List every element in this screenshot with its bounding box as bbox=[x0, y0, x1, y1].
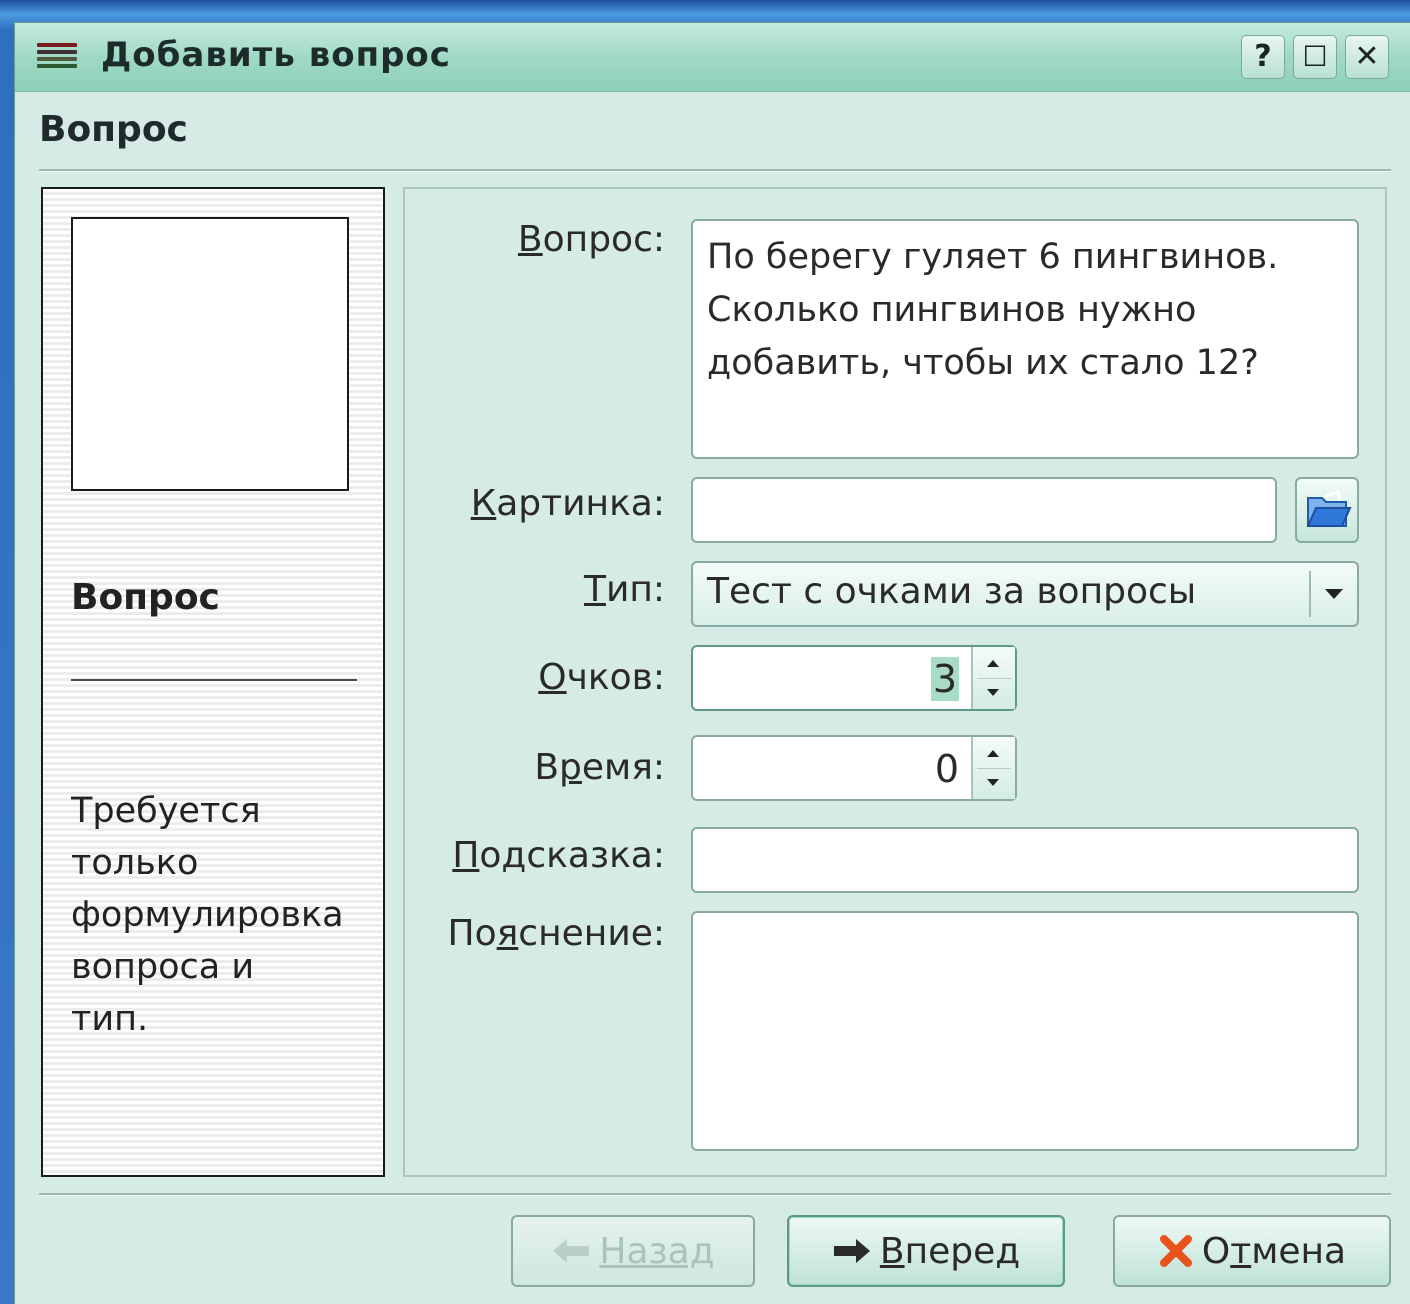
arrow-left-icon bbox=[553, 1239, 590, 1263]
hint-label: Подсказка: bbox=[452, 835, 665, 876]
picture-input[interactable] bbox=[691, 477, 1277, 543]
points-spinbox[interactable]: 3 bbox=[691, 645, 1017, 711]
cancel-button[interactable]: Отмена bbox=[1113, 1215, 1391, 1287]
footer-divider bbox=[39, 1193, 1391, 1196]
spin-down-icon[interactable] bbox=[987, 779, 999, 786]
question-text: По берегу гуляет 6 пингвинов. Сколько пи… bbox=[707, 237, 1279, 383]
side-description: Требуется только формулировка вопроса и … bbox=[71, 791, 344, 1039]
points-label: Очков: bbox=[538, 657, 665, 698]
chevron-down-icon[interactable] bbox=[1325, 589, 1343, 599]
spin-down-icon[interactable] bbox=[987, 689, 999, 696]
time-spinbox[interactable]: 0 bbox=[691, 735, 1017, 801]
explanation-label: Пояснение: bbox=[447, 913, 665, 954]
question-label-text: опрос: bbox=[542, 219, 665, 260]
points-value: 3 bbox=[930, 657, 959, 701]
browse-picture-button[interactable] bbox=[1295, 477, 1359, 543]
add-question-dialog: Добавить вопрос ? ☐ ✕ Вопрос Вопрос Треб… bbox=[14, 22, 1410, 1304]
side-image-placeholder bbox=[71, 217, 349, 491]
question-label: Вопрос: bbox=[517, 219, 665, 260]
question-textarea[interactable]: По берегу гуляет 6 пингвинов. Сколько пи… bbox=[691, 219, 1359, 459]
next-button-label: Вперед bbox=[879, 1230, 1021, 1272]
side-title: Вопрос bbox=[71, 577, 220, 618]
maximize-button[interactable]: ☐ bbox=[1293, 35, 1337, 79]
side-divider bbox=[71, 679, 357, 681]
type-label: Тип: bbox=[583, 569, 665, 610]
title-bar[interactable]: Добавить вопрос ? ☐ ✕ bbox=[15, 23, 1410, 92]
time-value: 0 bbox=[934, 747, 959, 791]
cancel-button-label: Отмена bbox=[1201, 1230, 1347, 1272]
back-button-label: Назад bbox=[599, 1230, 715, 1272]
spin-up-icon[interactable] bbox=[987, 660, 999, 667]
time-label: Время: bbox=[534, 747, 665, 788]
page-title: Вопрос bbox=[39, 109, 188, 150]
folder-open-icon bbox=[1306, 490, 1352, 527]
cancel-x-icon bbox=[1159, 1235, 1192, 1267]
close-button[interactable]: ✕ bbox=[1345, 35, 1389, 79]
header-divider bbox=[39, 169, 1391, 172]
hint-input[interactable] bbox=[691, 827, 1359, 893]
window-title: Добавить вопрос bbox=[101, 35, 451, 75]
help-button[interactable]: ? bbox=[1241, 35, 1285, 79]
arrow-right-icon bbox=[833, 1239, 870, 1263]
next-button[interactable]: Вперед bbox=[787, 1215, 1065, 1287]
time-spin-buttons[interactable] bbox=[971, 737, 1015, 799]
points-spin-buttons[interactable] bbox=[971, 647, 1015, 709]
type-select-separator bbox=[1309, 571, 1311, 617]
back-button[interactable]: Назад bbox=[511, 1215, 755, 1287]
spin-up-icon[interactable] bbox=[987, 750, 999, 757]
form-panel: Вопрос: По берегу гуляет 6 пингвинов. Ск… bbox=[403, 187, 1387, 1177]
picture-label: Картинка: bbox=[470, 483, 665, 524]
wizard-side-panel: Вопрос Требуется только формулировка воп… bbox=[41, 187, 385, 1177]
explanation-textarea[interactable] bbox=[691, 911, 1359, 1151]
window-menu-icon[interactable] bbox=[37, 43, 77, 77]
type-select[interactable]: Тест с очками за вопросы bbox=[691, 561, 1359, 627]
type-select-value: Тест с очками за вопросы bbox=[707, 571, 1197, 612]
